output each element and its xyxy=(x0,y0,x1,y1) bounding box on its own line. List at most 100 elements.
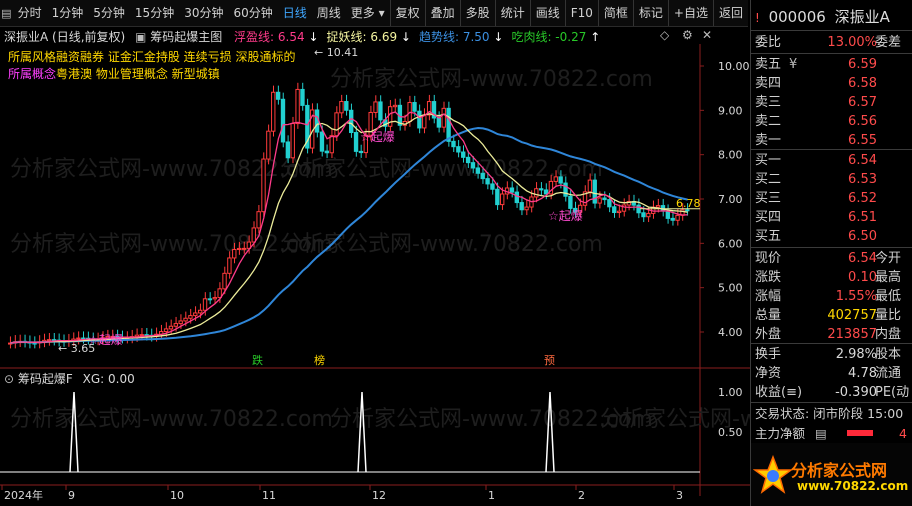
stat2-row-2-label: 收益(≡) xyxy=(755,385,803,400)
candle-body-129 xyxy=(636,204,641,214)
bang-signal: 榜 xyxy=(314,353,325,367)
stat2-row-1-label: 净资 xyxy=(755,366,782,381)
quote-panel: ! 000006 深振业A 委比 13.00% 委差 卖五 6.59 ¥ 卖四 6.58… xyxy=(750,0,912,506)
ask-row-0-value: 6.59 xyxy=(848,57,877,72)
diamond-icon[interactable]: ◇ xyxy=(660,28,669,42)
candle-body-71 xyxy=(353,132,359,152)
stat-row-0-value: 6.54 xyxy=(848,251,877,266)
sub-tick-label-1: 0.50 xyxy=(718,426,743,439)
ask-row-3: 卖二 6.56 xyxy=(755,112,911,131)
ask-row-0-label: 卖五 xyxy=(755,57,782,72)
watermark-4: 分析家公式网-www.70822.com xyxy=(330,67,653,92)
trade-status-text: 交易状态: 闭市阶段 15:00 xyxy=(755,406,904,421)
candle-body-92 xyxy=(456,146,461,153)
bid-row-3: 买四 6.51 xyxy=(755,208,911,227)
time-label-3: 11 xyxy=(262,489,276,502)
period-tab-8[interactable]: 更多 ▾ xyxy=(346,0,390,26)
ask-row-1-label: 卖四 xyxy=(755,76,782,91)
stat-row-0-right: 今开 xyxy=(875,251,902,266)
candle-body-38 xyxy=(193,312,198,317)
candle-body-114 xyxy=(563,182,568,197)
candle-body-67 xyxy=(334,112,339,137)
toolbar-button-8[interactable]: +自选 xyxy=(667,0,713,26)
sub-menu-icon[interactable]: ⊙ xyxy=(4,372,14,386)
toolbar-button-5[interactable]: F10 xyxy=(564,0,598,26)
ask-row-2: 卖三 6.57 xyxy=(755,93,911,112)
time-label-7: 3 xyxy=(676,489,683,502)
candle-body-60 xyxy=(300,88,305,106)
candle-body-110 xyxy=(543,189,549,195)
candle-body-65 xyxy=(324,150,330,154)
close-icon[interactable]: ✕ xyxy=(702,28,712,42)
toolbar-button-7[interactable]: 标记 xyxy=(632,0,668,26)
stat-row-1-value: 0.10 xyxy=(848,270,877,285)
toolbar-button-1[interactable]: 叠加 xyxy=(424,0,460,26)
period-tab-2[interactable]: 5分钟 xyxy=(88,0,130,26)
style-value: 融资融券 证金汇金持股 连续亏损 深股通标的 xyxy=(56,50,296,64)
stat2-row-0-right: 股本 xyxy=(875,347,902,362)
toolbar-button-6[interactable]: 简框 xyxy=(597,0,633,26)
candle-body-133 xyxy=(655,205,661,208)
stat-row-3-label: 总量 xyxy=(755,308,782,323)
bid-row-4: 买五 6.50 xyxy=(755,227,911,246)
indicator-dropdown-icon[interactable]: ▣ xyxy=(135,30,146,44)
period-tab-1[interactable]: 1分钟 xyxy=(47,0,89,26)
sub-spike-1 xyxy=(357,391,367,473)
time-label-6: 2 xyxy=(578,489,585,502)
bell-icon[interactable]: ! xyxy=(755,11,760,25)
concept-line: 所属概念粤港澳 物业管理概念 新型城镇 xyxy=(8,65,220,82)
net-table-icon[interactable]: ▤ xyxy=(815,424,827,443)
period-tab-3[interactable]: 15分钟 xyxy=(130,0,179,26)
indicator-name[interactable]: 筹码起爆主图 xyxy=(150,30,222,44)
toolbar-button-2[interactable]: 多股 xyxy=(459,0,495,26)
period-tab-7[interactable]: 周线 xyxy=(312,0,346,26)
candle-body-105 xyxy=(519,202,524,211)
period-tab-5[interactable]: 60分钟 xyxy=(228,0,277,26)
period-tab-6[interactable]: 日线 xyxy=(278,0,312,26)
toolbar-button-4[interactable]: 画线 xyxy=(529,0,565,26)
weibi-row: 委比 13.00% 委差 xyxy=(755,33,911,52)
legend-arrow-2: ↓ xyxy=(493,30,504,44)
bid-row-0-value: 6.54 xyxy=(848,153,877,168)
candle-body-58 xyxy=(290,123,295,159)
time-label-1: 9 xyxy=(68,489,75,502)
time-label-5: 1 xyxy=(488,489,495,502)
candle-body-123 xyxy=(607,199,612,208)
candle-body-72 xyxy=(358,150,364,154)
period-tab-0[interactable]: 分时 xyxy=(13,0,47,26)
toolbar-button-9[interactable]: 返回 xyxy=(712,0,748,26)
candle-body-120 xyxy=(592,179,597,204)
candle-body-41 xyxy=(207,298,213,301)
high-price-label: ← 10.41 xyxy=(314,46,358,59)
style-line: 所属风格融资融券 证金汇金持股 连续亏损 深股通标的 xyxy=(8,48,295,65)
period-tab-4[interactable]: 30分钟 xyxy=(179,0,228,26)
sub-title[interactable]: 筹码起爆F xyxy=(18,372,73,386)
candle-body-57 xyxy=(285,141,291,159)
candle-body-122 xyxy=(602,197,607,201)
candle-body-54 xyxy=(271,91,276,132)
candle-body-97 xyxy=(480,172,485,180)
sub-value: XG: 0.00 xyxy=(82,372,135,386)
candle-body-136 xyxy=(670,217,675,221)
candle-body-35 xyxy=(178,320,183,325)
candle-body-124 xyxy=(612,206,617,214)
candle-body-36 xyxy=(183,317,188,322)
concept-value: 粤港澳 物业管理概念 新型城镇 xyxy=(56,67,220,81)
bid-row-0: 买一 6.54 xyxy=(755,151,911,170)
toolbar-button-3[interactable]: 统计 xyxy=(494,0,530,26)
toolbar-button-0[interactable]: 复权 xyxy=(389,0,425,26)
settings-icon[interactable]: ⚙ xyxy=(682,28,693,42)
stat2-row-0-value: 2.98% xyxy=(835,347,877,362)
candle-body-108 xyxy=(534,188,539,198)
period-toolbar: ▤ 分时 1分钟 5分钟 15分钟 30分钟 60分钟 日线 周线 更多 ▾ 复权 叠加 多股 统计 画线 F… xyxy=(0,0,748,27)
legend-item-3: 吃肉线: -0.27 ↑ xyxy=(511,30,601,44)
kline-chart[interactable]: 分析家公式网-www.70822.com 分析家公式网-www.70822.com… xyxy=(0,26,750,506)
menu-icon[interactable]: ▤ xyxy=(0,0,13,26)
bid-row-3-value: 6.51 xyxy=(848,210,877,225)
stat2-row-1-right: 流通 xyxy=(875,366,902,381)
stat-row-0-label: 现价 xyxy=(755,251,782,266)
stat-row-3: 总量 402757 量比 xyxy=(755,306,911,325)
candle-body-53 xyxy=(266,130,271,160)
candle-body-121 xyxy=(597,197,602,204)
candle-body-50 xyxy=(251,227,256,243)
